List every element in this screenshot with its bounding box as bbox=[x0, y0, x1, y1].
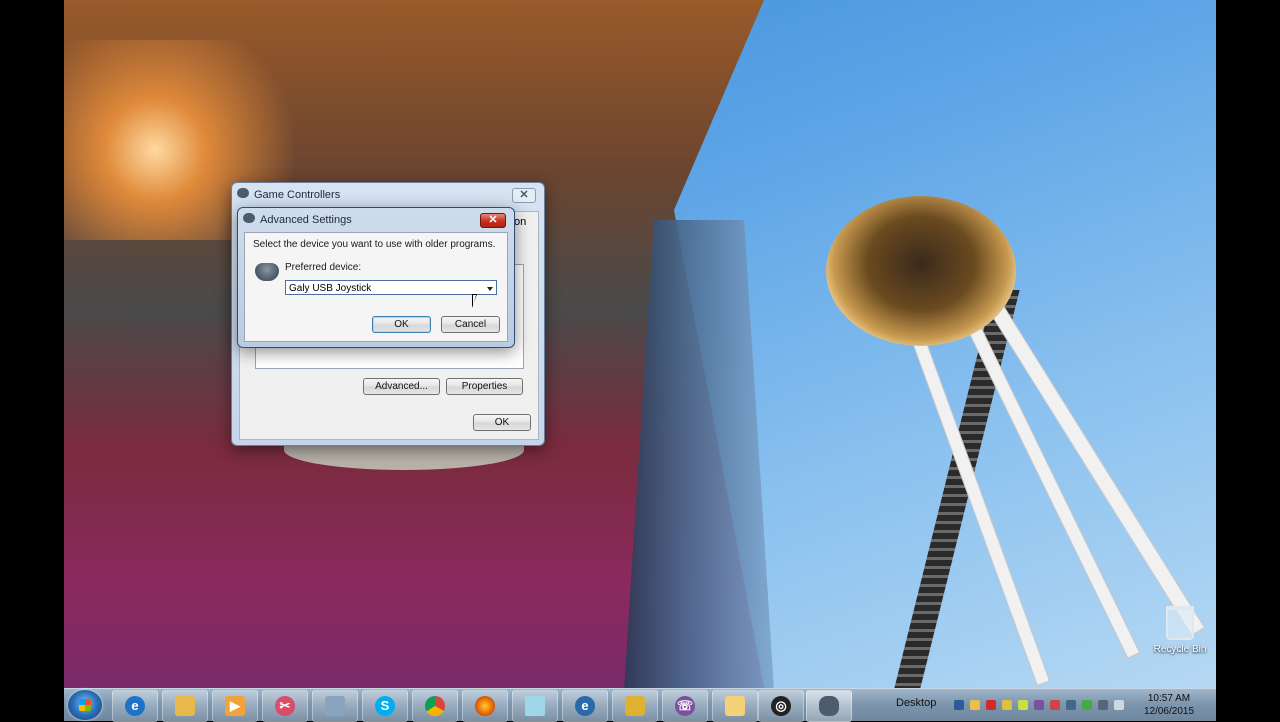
recycle-bin[interactable]: Recycle Bin bbox=[1150, 606, 1210, 655]
tray-icon-messenger[interactable] bbox=[1002, 700, 1012, 710]
advanced-settings-close-button[interactable]: ✕ bbox=[480, 213, 506, 228]
firefox-icon bbox=[475, 696, 495, 716]
game-controllers-title: Game Controllers bbox=[254, 189, 341, 201]
windows-logo-icon bbox=[79, 699, 91, 711]
properties-button[interactable]: Properties bbox=[446, 378, 523, 395]
tray-icon-viber[interactable] bbox=[1034, 700, 1044, 710]
game-controllers-close-button[interactable]: ✕ bbox=[512, 188, 536, 203]
advanced-settings-title: Advanced Settings bbox=[260, 214, 352, 226]
preferred-device-select[interactable]: Galy USB Joystick bbox=[285, 280, 497, 295]
tray-icon-volume[interactable] bbox=[1114, 700, 1124, 710]
taskbar-clock[interactable]: 10:57 AM 12/06/2015 bbox=[1134, 692, 1204, 718]
recycle-bin-label: Recycle Bin bbox=[1153, 644, 1207, 655]
folder-app-icon bbox=[725, 696, 745, 716]
tray-icon-security[interactable] bbox=[986, 700, 996, 710]
ok-button[interactable]: OK bbox=[372, 316, 431, 333]
desktop-toolbar-label[interactable]: Desktop bbox=[896, 697, 936, 709]
tray-icon-flag[interactable] bbox=[1050, 700, 1060, 710]
clock-date: 12/06/2015 bbox=[1143, 706, 1195, 717]
media-player-icon: ▶ bbox=[225, 696, 245, 716]
taskbar-media-player[interactable]: ▶ bbox=[212, 690, 258, 722]
viber-icon: ☏ bbox=[675, 696, 695, 716]
network-globe-icon: e bbox=[575, 696, 595, 716]
calculator-icon bbox=[325, 696, 345, 716]
snipping-tool-icon: ✂ bbox=[275, 696, 295, 716]
skype-icon: S bbox=[375, 696, 395, 716]
recycle-bin-icon bbox=[1166, 606, 1194, 640]
tray-icon-display[interactable] bbox=[1066, 700, 1076, 710]
mouse-cursor-icon bbox=[472, 294, 477, 308]
space-needle-core bbox=[894, 290, 1020, 688]
taskbar-skype[interactable]: S bbox=[362, 690, 408, 722]
chevron-down-icon bbox=[487, 287, 493, 291]
tray-icon-windows[interactable] bbox=[954, 700, 964, 710]
chrome-icon bbox=[425, 696, 445, 716]
internet-explorer-icon: e bbox=[125, 696, 145, 716]
preferred-device-value: Galy USB Joystick bbox=[289, 283, 372, 294]
cancel-button[interactable]: Cancel bbox=[441, 316, 500, 333]
taskbar-lock-app[interactable] bbox=[612, 690, 658, 722]
taskbar-file-explorer[interactable] bbox=[162, 690, 208, 722]
space-needle-top bbox=[826, 196, 1016, 346]
gamepad-icon bbox=[237, 188, 249, 198]
taskbar-viber[interactable]: ☏ bbox=[662, 690, 708, 722]
partial-label: on bbox=[514, 216, 527, 228]
start-button[interactable] bbox=[68, 690, 102, 720]
taskbar-chrome[interactable] bbox=[412, 690, 458, 722]
taskbar-obs[interactable]: ◎ bbox=[758, 690, 804, 722]
advanced-settings-titlebar[interactable]: Advanced Settings ✕ bbox=[238, 208, 514, 232]
tray-icon-notes[interactable] bbox=[1018, 700, 1028, 710]
lock-app-icon bbox=[625, 696, 645, 716]
taskbar-folder-app[interactable] bbox=[712, 690, 758, 722]
advanced-settings-client: Select the device you want to use with o… bbox=[244, 232, 508, 342]
taskbar-internet-explorer[interactable]: e bbox=[112, 690, 158, 722]
ok-button[interactable]: OK bbox=[473, 414, 531, 431]
taskbar-firefox[interactable] bbox=[462, 690, 508, 722]
game-controllers-titlebar[interactable]: Game Controllers ✕ bbox=[232, 183, 544, 207]
notepad-icon bbox=[525, 696, 545, 716]
tray-icon-network[interactable] bbox=[1098, 700, 1108, 710]
taskbar: e ▶ ✂ S e ☏ ◎ Desktop 10:57 AM 12/06/201… bbox=[64, 688, 1216, 722]
advanced-button[interactable]: Advanced... bbox=[363, 378, 440, 395]
taskbar-game-controllers[interactable] bbox=[806, 690, 852, 722]
clock-time: 10:57 AM bbox=[1147, 693, 1191, 704]
taskbar-calculator[interactable] bbox=[312, 690, 358, 722]
tray-icon-mail[interactable] bbox=[970, 700, 980, 710]
taskbar-snipping-tool[interactable]: ✂ bbox=[262, 690, 308, 722]
advanced-settings-dialog: Advanced Settings ✕ Select the device yo… bbox=[237, 207, 515, 348]
tray-icon-sync[interactable] bbox=[1082, 700, 1092, 710]
game-controllers-icon bbox=[819, 696, 839, 716]
preferred-device-label: Preferred device: bbox=[285, 262, 362, 273]
joystick-icon bbox=[255, 263, 279, 281]
gamepad-icon bbox=[243, 213, 255, 223]
file-explorer-icon bbox=[175, 696, 195, 716]
taskbar-notepad[interactable] bbox=[512, 690, 558, 722]
taskbar-network-app[interactable]: e bbox=[562, 690, 608, 722]
obs-icon: ◎ bbox=[771, 696, 791, 716]
instruction-text: Select the device you want to use with o… bbox=[253, 239, 496, 250]
